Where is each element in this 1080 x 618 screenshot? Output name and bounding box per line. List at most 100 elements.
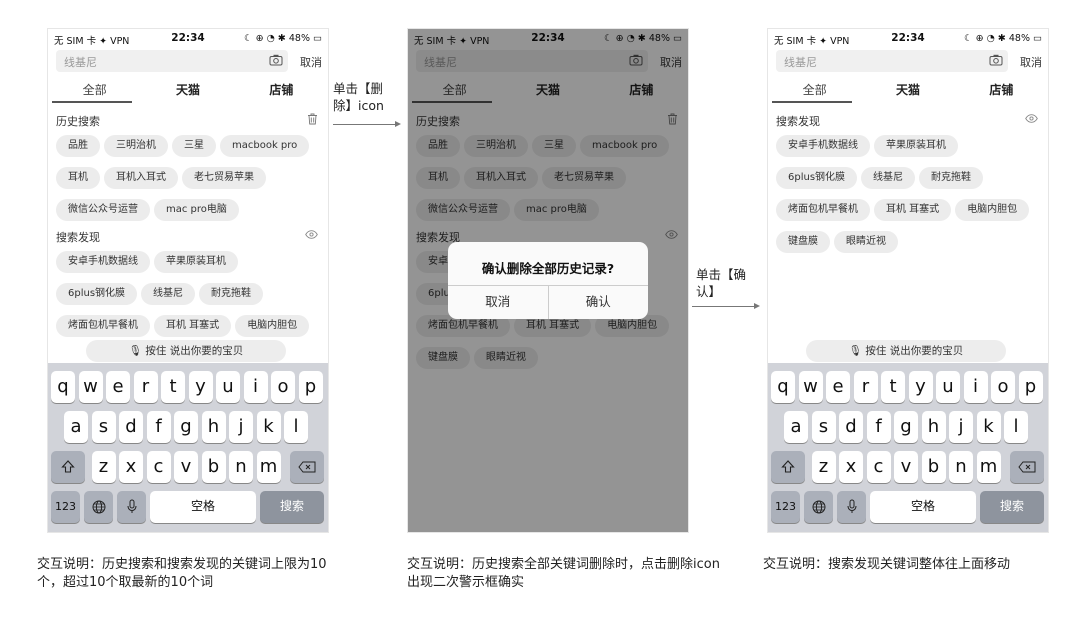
discover-chip[interactable]: 耳机 耳塞式 bbox=[874, 199, 952, 221]
history-chip[interactable]: 三星 bbox=[172, 135, 216, 157]
tab-tmall[interactable]: 天猫 bbox=[141, 77, 234, 107]
cancel-button[interactable]: 取消 bbox=[300, 54, 322, 70]
key-d[interactable]: d bbox=[839, 411, 863, 443]
numbers-key[interactable]: 123 bbox=[771, 491, 800, 523]
history-chip[interactable]: 耳机 bbox=[56, 167, 100, 189]
key-k[interactable]: k bbox=[256, 411, 281, 443]
history-chip[interactable]: macbook pro bbox=[220, 135, 310, 157]
key-e[interactable]: e bbox=[106, 371, 130, 403]
dialog-confirm-button[interactable]: 确认 bbox=[547, 286, 649, 319]
key-w[interactable]: w bbox=[78, 371, 103, 403]
discover-chip[interactable]: 电脑内胆包 bbox=[955, 199, 1030, 221]
key-c[interactable]: c bbox=[146, 451, 171, 483]
key-o[interactable]: o bbox=[991, 371, 1015, 403]
history-chip[interactable]: 微信公众号运营 bbox=[56, 199, 150, 221]
discover-chip[interactable]: 线基尼 bbox=[141, 283, 196, 305]
key-h[interactable]: h bbox=[201, 411, 226, 443]
key-p[interactable]: p bbox=[298, 371, 323, 403]
key-x[interactable]: x bbox=[119, 451, 143, 483]
key-i[interactable]: i bbox=[963, 371, 988, 403]
key-q[interactable]: q bbox=[771, 371, 795, 403]
key-z[interactable]: z bbox=[811, 451, 836, 483]
key-y[interactable]: y bbox=[908, 371, 933, 403]
space-key[interactable]: 空格 bbox=[870, 491, 976, 523]
key-m[interactable]: m bbox=[256, 451, 281, 483]
history-chip[interactable]: 耳机入耳式 bbox=[104, 167, 178, 189]
key-y[interactable]: y bbox=[188, 371, 213, 403]
key-s[interactable]: s bbox=[811, 411, 836, 443]
discover-chip[interactable]: 耐克拖鞋 bbox=[919, 167, 984, 189]
discover-chip[interactable]: 耳机 耳塞式 bbox=[154, 315, 232, 337]
key-a[interactable]: a bbox=[784, 411, 808, 443]
eye-icon[interactable] bbox=[1025, 113, 1038, 126]
key-v[interactable]: v bbox=[894, 451, 918, 483]
shift-key[interactable] bbox=[51, 451, 85, 483]
trash-icon[interactable] bbox=[307, 113, 318, 128]
space-key[interactable]: 空格 bbox=[150, 491, 256, 523]
key-n[interactable]: n bbox=[949, 451, 973, 483]
discover-chip[interactable]: 6plus钢化膜 bbox=[56, 283, 138, 305]
search-key[interactable]: 搜索 bbox=[260, 491, 324, 523]
discover-chip[interactable]: 线基尼 bbox=[861, 167, 916, 189]
search-key[interactable]: 搜索 bbox=[980, 491, 1044, 523]
discover-chip[interactable]: 苹果原装耳机 bbox=[874, 135, 958, 157]
key-g[interactable]: g bbox=[174, 411, 198, 443]
key-s[interactable]: s bbox=[91, 411, 116, 443]
voice-search-button[interactable]: 🎙 按住 说出你要的宝贝 bbox=[806, 340, 1006, 362]
history-chip[interactable]: 三明治机 bbox=[104, 135, 168, 157]
key-v[interactable]: v bbox=[174, 451, 198, 483]
dictation-key[interactable] bbox=[837, 491, 866, 523]
key-j[interactable]: j bbox=[229, 411, 253, 443]
key-m[interactable]: m bbox=[976, 451, 1001, 483]
key-r[interactable]: r bbox=[133, 371, 158, 403]
key-n[interactable]: n bbox=[229, 451, 253, 483]
discover-chip[interactable]: 安卓手机数据线 bbox=[56, 251, 150, 273]
key-u[interactable]: u bbox=[216, 371, 240, 403]
discover-chip[interactable]: 电脑内胆包 bbox=[235, 315, 310, 337]
discover-chip[interactable]: 烤面包机早餐机 bbox=[56, 315, 150, 337]
history-chip[interactable]: mac pro电脑 bbox=[154, 199, 239, 221]
tab-shop[interactable]: 店铺 bbox=[955, 77, 1048, 107]
search-input[interactable]: 线基尼 bbox=[56, 50, 288, 72]
voice-search-button[interactable]: 🎙 按住 说出你要的宝贝 bbox=[86, 340, 286, 362]
key-f[interactable]: f bbox=[866, 411, 891, 443]
discover-chip[interactable]: 耐克拖鞋 bbox=[199, 283, 264, 305]
key-k[interactable]: k bbox=[976, 411, 1001, 443]
key-e[interactable]: e bbox=[826, 371, 850, 403]
key-t[interactable]: t bbox=[881, 371, 905, 403]
search-input[interactable]: 线基尼 bbox=[776, 50, 1008, 72]
discover-chip[interactable]: 烤面包机早餐机 bbox=[776, 199, 870, 221]
key-l[interactable]: l bbox=[1004, 411, 1028, 443]
numbers-key[interactable]: 123 bbox=[51, 491, 80, 523]
cancel-button[interactable]: 取消 bbox=[1020, 54, 1042, 70]
key-u[interactable]: u bbox=[936, 371, 960, 403]
key-l[interactable]: l bbox=[284, 411, 308, 443]
globe-key[interactable] bbox=[84, 491, 113, 523]
key-d[interactable]: d bbox=[119, 411, 143, 443]
key-b[interactable]: b bbox=[921, 451, 946, 483]
dictation-key[interactable] bbox=[117, 491, 146, 523]
key-p[interactable]: p bbox=[1018, 371, 1043, 403]
tab-shop[interactable]: 店铺 bbox=[235, 77, 328, 107]
key-h[interactable]: h bbox=[921, 411, 946, 443]
key-i[interactable]: i bbox=[243, 371, 268, 403]
discover-chip[interactable]: 6plus钢化膜 bbox=[776, 167, 858, 189]
discover-chip[interactable]: 键盘膜 bbox=[776, 231, 830, 253]
key-j[interactable]: j bbox=[949, 411, 973, 443]
discover-chip[interactable]: 苹果原装耳机 bbox=[154, 251, 238, 273]
key-a[interactable]: a bbox=[64, 411, 88, 443]
key-r[interactable]: r bbox=[853, 371, 878, 403]
key-f[interactable]: f bbox=[146, 411, 171, 443]
key-g[interactable]: g bbox=[894, 411, 918, 443]
discover-chip[interactable]: 安卓手机数据线 bbox=[776, 135, 870, 157]
key-z[interactable]: z bbox=[91, 451, 116, 483]
backspace-key[interactable] bbox=[290, 451, 324, 483]
key-o[interactable]: o bbox=[271, 371, 295, 403]
key-t[interactable]: t bbox=[161, 371, 185, 403]
key-x[interactable]: x bbox=[839, 451, 863, 483]
tab-tmall[interactable]: 天猫 bbox=[861, 77, 954, 107]
dialog-cancel-button[interactable]: 取消 bbox=[448, 286, 548, 319]
shift-key[interactable] bbox=[771, 451, 805, 483]
key-w[interactable]: w bbox=[798, 371, 823, 403]
camera-icon[interactable] bbox=[988, 52, 1004, 68]
